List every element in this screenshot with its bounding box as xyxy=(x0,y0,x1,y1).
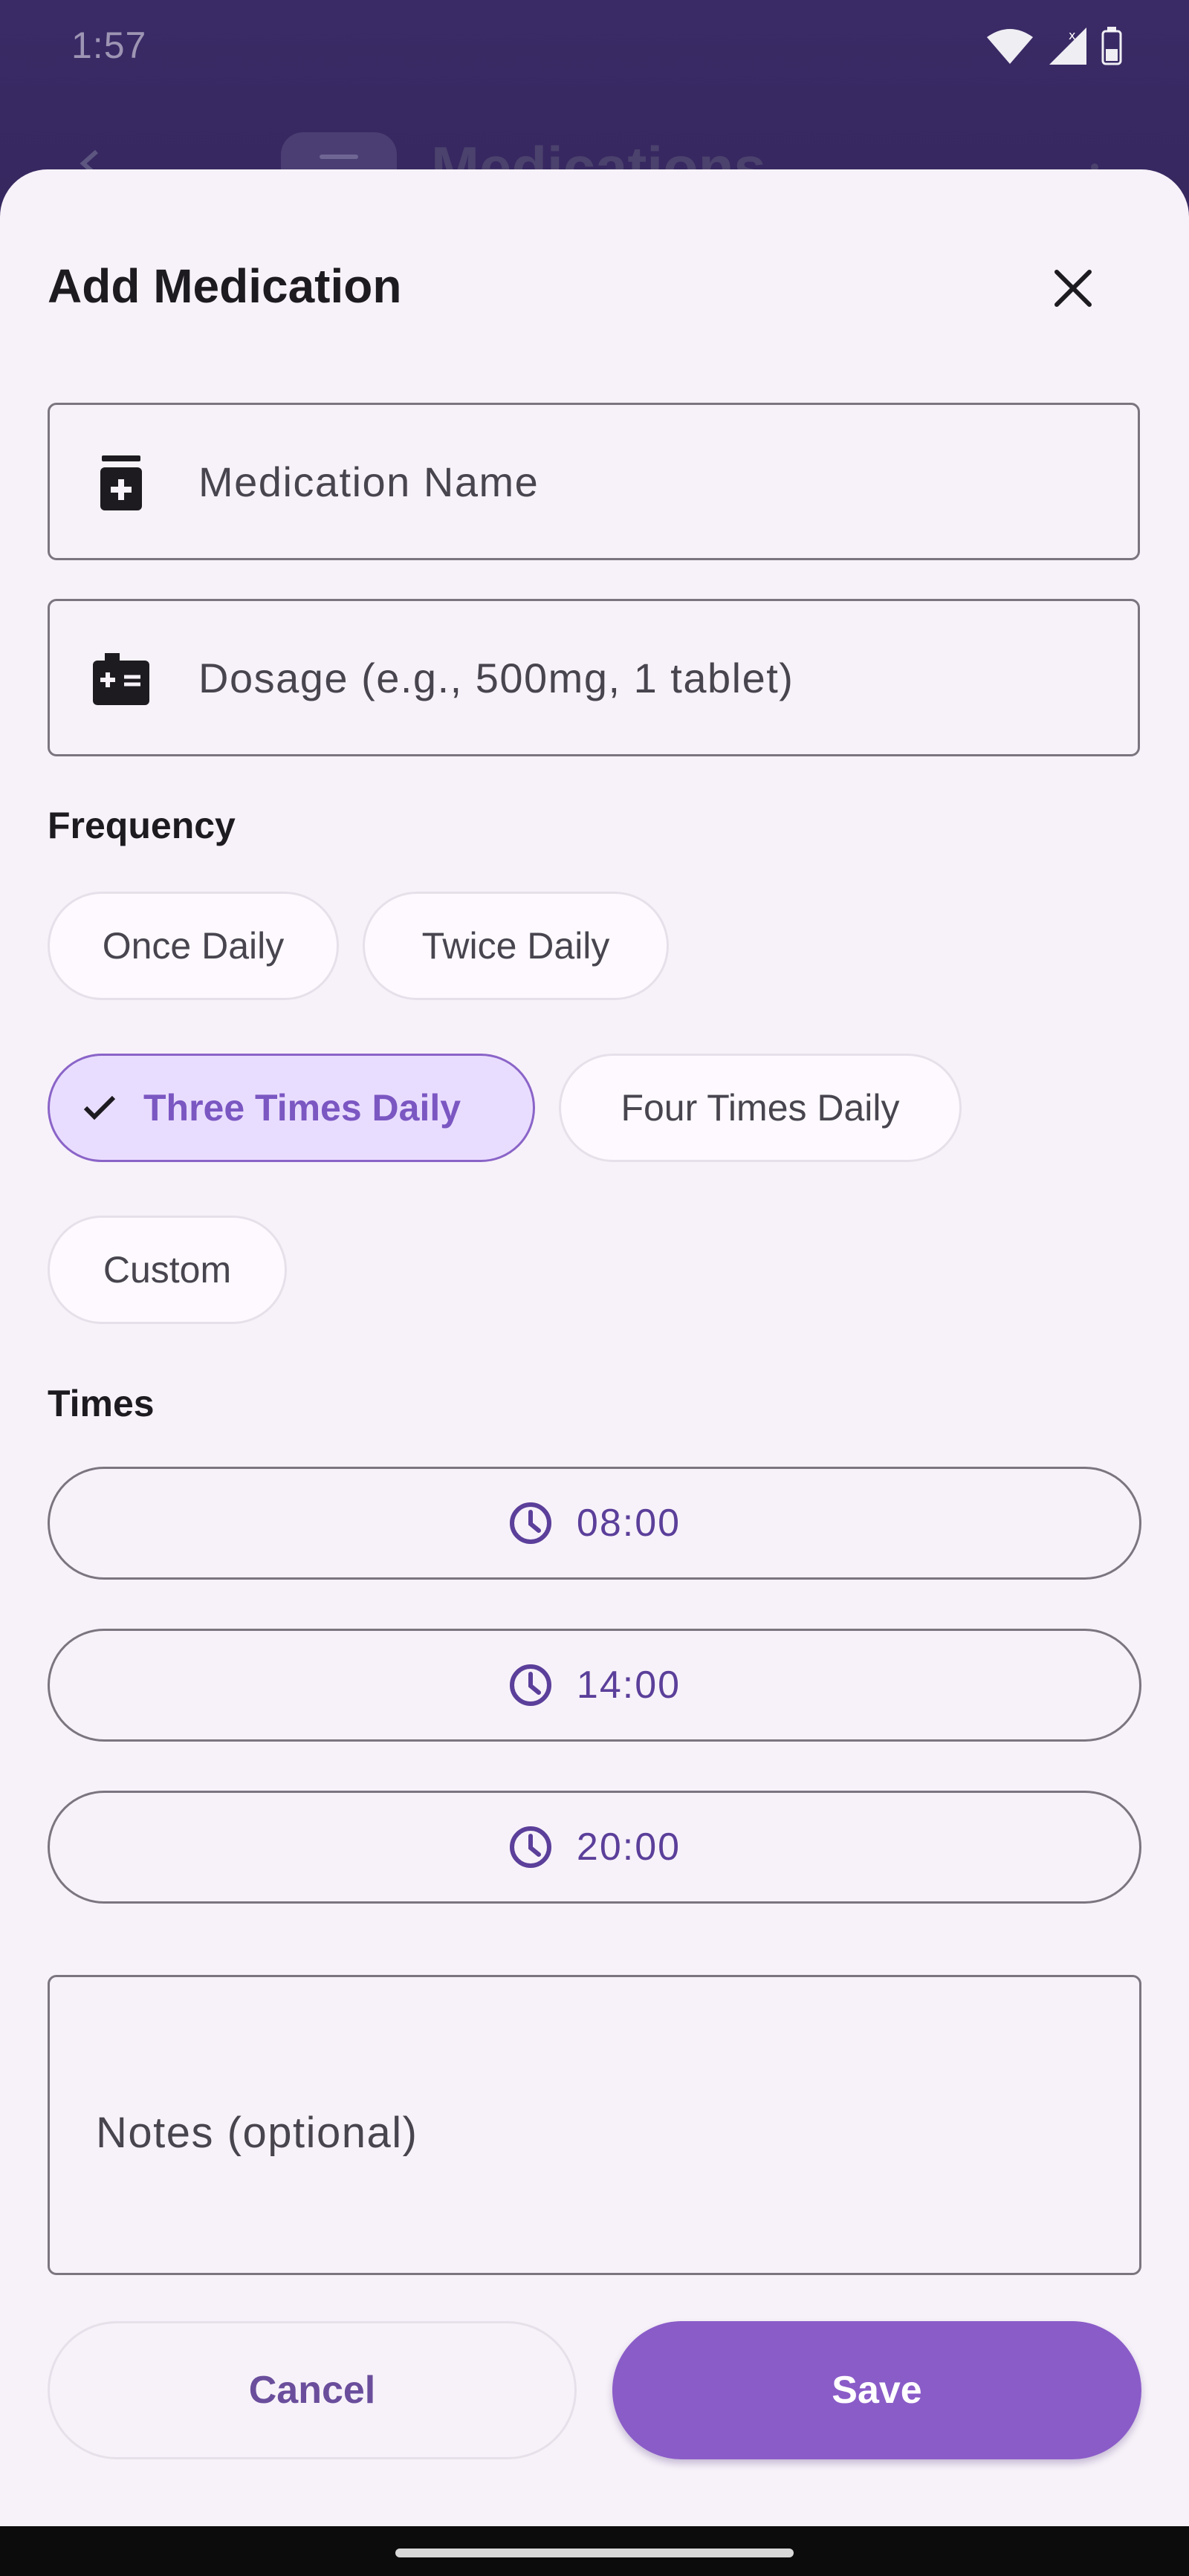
dosage-field[interactable]: Dosage (e.g., 500mg, 1 tablet) xyxy=(48,599,1140,756)
clock-icon xyxy=(508,1663,553,1707)
chip-twice-daily[interactable]: Twice Daily xyxy=(363,892,669,1000)
cancel-button[interactable]: Cancel xyxy=(48,2321,577,2459)
navigation-bar xyxy=(0,2526,1189,2576)
status-icons: x xyxy=(985,25,1122,67)
svg-text:x: x xyxy=(1069,28,1075,42)
chip-label: Custom xyxy=(103,1249,232,1291)
wifi-icon xyxy=(985,27,1034,65)
status-time: 1:57 xyxy=(71,25,147,66)
chip-label: Once Daily xyxy=(102,925,285,967)
add-medication-sheet: Add Medication Medication Name Dosage (e… xyxy=(0,169,1189,2526)
chip-label: Three Times Daily xyxy=(143,1087,461,1129)
chip-custom[interactable]: Custom xyxy=(48,1216,287,1324)
notes-placeholder: Notes (optional) xyxy=(96,2109,418,2157)
medication-name-placeholder: Medication Name xyxy=(198,458,540,505)
home-gesture-handle[interactable] xyxy=(395,2549,794,2557)
medication-name-field[interactable]: Medication Name xyxy=(48,403,1140,560)
time-button-2[interactable]: 14:00 xyxy=(48,1629,1141,1742)
clock-icon xyxy=(508,1825,553,1869)
signal-icon: x xyxy=(1048,26,1088,66)
dosage-placeholder: Dosage (e.g., 500mg, 1 tablet) xyxy=(198,654,794,701)
status-bar: 1:57 x xyxy=(0,0,1189,89)
chip-three-times-daily[interactable]: Three Times Daily xyxy=(48,1054,535,1162)
medication-bottle-icon xyxy=(91,454,151,513)
battery-icon xyxy=(1101,27,1122,65)
notes-field[interactable]: Notes (optional) xyxy=(48,1975,1141,2275)
time-value: 14:00 xyxy=(576,1664,681,1707)
chip-four-times-daily[interactable]: Four Times Daily xyxy=(559,1054,962,1162)
chip-label: Twice Daily xyxy=(421,925,610,967)
chip-label: Four Times Daily xyxy=(621,1087,900,1129)
time-button-3[interactable]: 20:00 xyxy=(48,1791,1141,1904)
medical-kit-icon xyxy=(91,650,151,710)
frequency-label: Frequency xyxy=(48,805,236,846)
times-label: Times xyxy=(48,1383,155,1424)
time-button-1[interactable]: 08:00 xyxy=(48,1467,1141,1580)
clock-icon xyxy=(508,1501,553,1545)
time-value: 20:00 xyxy=(576,1826,681,1869)
close-button[interactable] xyxy=(1037,254,1109,325)
sheet-title: Add Medication xyxy=(48,259,402,313)
save-button[interactable]: Save xyxy=(612,2321,1141,2459)
chip-once-daily[interactable]: Once Daily xyxy=(48,892,339,1000)
time-value: 08:00 xyxy=(576,1502,681,1545)
close-icon xyxy=(1051,266,1095,314)
checkmark-icon xyxy=(82,1094,117,1121)
